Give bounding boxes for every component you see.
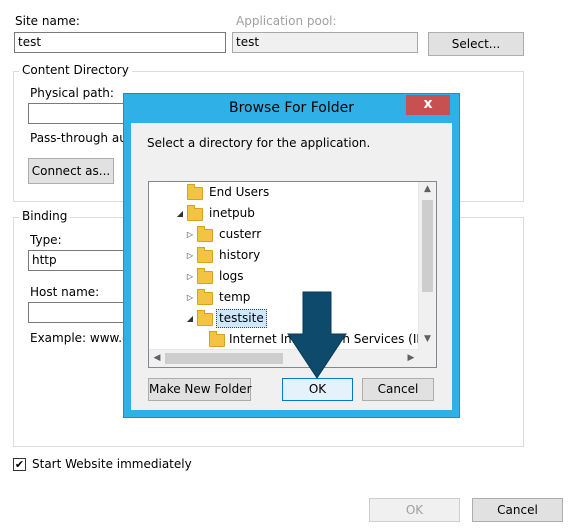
scroll-corner <box>419 350 436 367</box>
expand-icon[interactable]: ▷ <box>185 245 195 266</box>
folder-icon <box>197 226 213 242</box>
expand-icon[interactable]: ▷ <box>185 287 195 308</box>
folder-icon <box>197 310 213 326</box>
scroll-left-icon[interactable]: ◀ <box>151 353 163 363</box>
host-name-label: Host name: <box>30 285 100 299</box>
physical-path-input[interactable] <box>28 103 128 124</box>
tree-item-label: End Users <box>209 185 270 199</box>
cancel-button[interactable]: Cancel <box>472 498 563 522</box>
host-name-input[interactable] <box>28 302 128 323</box>
folder-icon <box>197 247 213 263</box>
tree-item-label: logs <box>219 269 244 283</box>
scroll-thumb[interactable] <box>422 200 433 292</box>
folder-icon <box>197 268 213 284</box>
scroll-thumb[interactable] <box>165 353 283 364</box>
scroll-down-icon[interactable]: ▼ <box>419 334 436 344</box>
connect-as-button[interactable]: Connect as... <box>28 158 114 184</box>
ok-button[interactable]: OK <box>369 498 460 522</box>
select-app-pool-button[interactable]: Select... <box>428 32 524 56</box>
scroll-right-icon[interactable]: ▶ <box>405 353 417 363</box>
site-name-input[interactable]: test <box>14 32 226 53</box>
tree-item-label-selected: testsite <box>216 309 267 328</box>
site-name-label: Site name: <box>15 14 80 28</box>
tree-item-inetpub[interactable]: ◢ inetpub <box>149 203 419 224</box>
host-name-example: Example: www.co <box>30 331 137 345</box>
tree-vertical-scrollbar[interactable]: ▲ ▼ <box>418 182 436 350</box>
tree-item-custerr[interactable]: ▷ custerr <box>149 224 419 245</box>
collapse-icon[interactable]: ◢ <box>185 308 195 329</box>
app-pool-input: test <box>232 32 418 53</box>
start-website-checkbox[interactable]: ✔ <box>13 458 26 471</box>
tree-item-end-users[interactable]: End Users <box>149 182 419 203</box>
tree-item-label: history <box>219 248 261 262</box>
binding-type-select[interactable]: http <box>28 250 128 271</box>
tree-item-logs[interactable]: ▷ logs <box>149 266 419 287</box>
expand-icon[interactable]: ▷ <box>185 224 195 245</box>
folder-icon <box>209 331 225 347</box>
app-pool-label: Application pool: <box>236 14 337 28</box>
make-new-folder-button[interactable]: Make New Folder <box>148 378 252 401</box>
tree-item-label: temp <box>219 290 251 304</box>
tree-item-history[interactable]: ▷ history <box>149 245 419 266</box>
content-directory-title: Content Directory <box>19 63 132 77</box>
folder-icon <box>197 289 213 305</box>
folder-icon <box>187 184 203 200</box>
scroll-up-icon[interactable]: ▲ <box>419 184 436 194</box>
expand-icon[interactable]: ▷ <box>185 266 195 287</box>
start-website-label: Start Website immediately <box>32 457 192 471</box>
folder-icon <box>187 205 203 221</box>
collapse-icon[interactable]: ◢ <box>175 203 185 224</box>
binding-title: Binding <box>19 209 71 223</box>
dialog-instruction: Select a directory for the application. <box>147 136 371 150</box>
annotation-arrow-icon <box>287 291 347 379</box>
tree-item-label: custerr <box>219 227 262 241</box>
dialog-close-button[interactable]: x <box>406 95 450 115</box>
physical-path-label: Physical path: <box>30 86 114 100</box>
binding-type-label: Type: <box>30 233 62 247</box>
tree-item-label: inetpub <box>209 206 255 220</box>
close-icon: x <box>423 96 433 112</box>
dialog-cancel-button[interactable]: Cancel <box>362 378 434 401</box>
